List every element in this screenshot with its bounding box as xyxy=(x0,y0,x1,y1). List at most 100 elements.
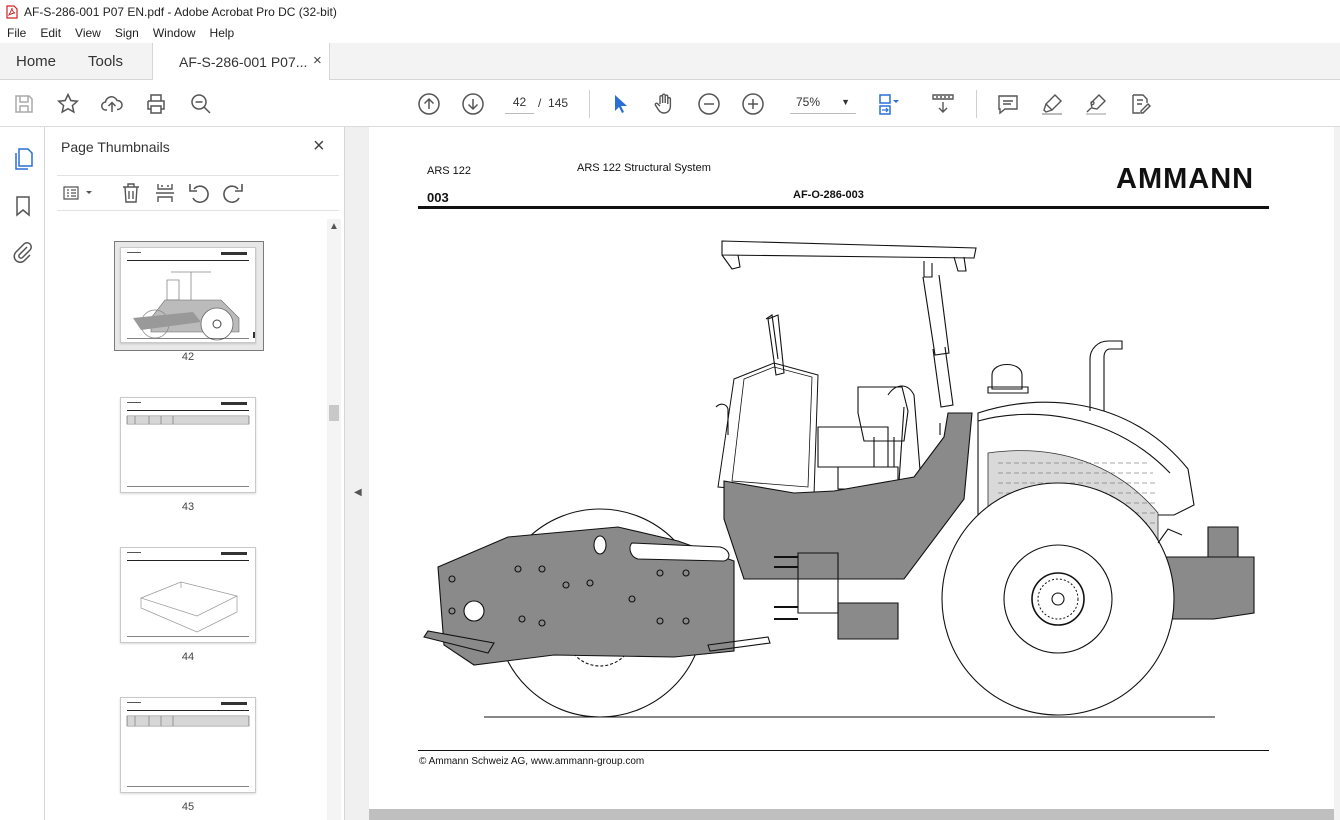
select-tool-button[interactable] xyxy=(608,92,632,116)
find-button[interactable] xyxy=(189,92,213,116)
roller-drawing xyxy=(423,240,1255,718)
hand-tool-button[interactable] xyxy=(652,92,676,116)
window-title: AF-S-286-001 P07 EN.pdf - Adobe Acrobat … xyxy=(24,4,337,19)
bookmark-button[interactable] xyxy=(56,92,80,116)
doc-number: AF-O-286-003 xyxy=(793,189,864,201)
doc-footer: © Ammann Schweiz AG, www.ammann-group.co… xyxy=(419,756,645,767)
doc-title: ARS 122 Structural System xyxy=(577,162,711,174)
thumbnail-toolbar xyxy=(57,175,339,211)
zoom-out-button[interactable] xyxy=(697,92,721,116)
zoom-in-button[interactable] xyxy=(741,92,765,116)
scroll-mode-button[interactable] xyxy=(931,92,955,116)
attachments-icon[interactable] xyxy=(11,240,35,264)
star-icon xyxy=(56,92,80,114)
rotate-left-icon[interactable] xyxy=(187,181,211,205)
upload-button[interactable] xyxy=(100,92,124,116)
chevron-left-icon: ◀ xyxy=(354,487,362,498)
tab-home[interactable]: Home xyxy=(16,53,56,70)
tab-bar: Home Tools AF-S-286-001 P07... × xyxy=(0,43,1340,80)
save-icon xyxy=(15,95,33,113)
options-menu-icon[interactable] xyxy=(61,181,95,205)
rotate-right-icon[interactable] xyxy=(221,181,245,205)
panel-title: Page Thumbnails xyxy=(61,139,170,155)
scroll-mode-icon xyxy=(932,94,954,113)
cursor-arrow-icon xyxy=(615,95,627,113)
document-view: ARS 122 ARS 122 Structural System 003 AF… xyxy=(369,127,1340,820)
menu-edit[interactable]: Edit xyxy=(33,26,68,40)
thumbnails-scrollbar[interactable]: ▲ xyxy=(327,219,341,820)
thumbnail-page-number: 43 xyxy=(181,501,195,513)
menu-window[interactable]: Window xyxy=(146,26,203,40)
zoom-search-icon xyxy=(191,94,211,114)
fit-page-icon xyxy=(879,94,899,115)
save-button[interactable] xyxy=(12,92,36,116)
upload-icon xyxy=(101,96,123,112)
thumbnail-page-number: 44 xyxy=(181,651,195,663)
thumbnail-page xyxy=(120,247,259,343)
tab-document-label: AF-S-286-001 P07... xyxy=(179,54,308,70)
scrollbar-thumb[interactable] xyxy=(329,405,339,421)
doc-section-code: 003 xyxy=(427,190,449,205)
thumbnail-preview-table xyxy=(126,702,250,787)
toolbar-divider xyxy=(589,90,590,118)
menu-view[interactable]: View xyxy=(68,26,108,40)
scroll-up-icon[interactable]: ▲ xyxy=(329,221,339,232)
thumbnail-page-number: 45 xyxy=(181,801,195,813)
comment-button[interactable] xyxy=(996,92,1020,116)
highlighter-icon xyxy=(1042,94,1062,115)
page-number-input[interactable]: 42 xyxy=(505,91,534,114)
tab-close-icon[interactable]: × xyxy=(313,52,322,69)
document-page: ARS 122 ARS 122 Structural System 003 AF… xyxy=(369,127,1334,809)
header-rule xyxy=(418,206,1269,209)
zoom-level-select[interactable]: 75% ▼ xyxy=(790,91,856,114)
chevron-down-icon: ▼ xyxy=(841,97,850,107)
footer-rule xyxy=(418,750,1269,751)
menu-help[interactable]: Help xyxy=(203,26,242,40)
title-bar: AF-S-286-001 P07 EN.pdf - Adobe Acrobat … xyxy=(0,0,1340,23)
print-button[interactable] xyxy=(144,92,168,116)
toolbar-divider xyxy=(976,90,977,118)
sign-button[interactable] xyxy=(1084,92,1108,116)
pdf-file-icon xyxy=(6,4,18,19)
zoom-level-value: 75% xyxy=(796,95,821,109)
next-page-button[interactable] xyxy=(461,92,485,116)
extract-pages-icon[interactable] xyxy=(153,181,177,205)
thumbnail-page xyxy=(120,697,256,793)
page-gap xyxy=(369,809,1334,820)
menu-file[interactable]: File xyxy=(0,26,33,40)
panel-close-icon[interactable]: × xyxy=(313,135,325,158)
thumbnail-preview-table xyxy=(126,402,250,487)
document-scrollbar[interactable] xyxy=(1334,127,1340,820)
arrow-up-circle-icon xyxy=(418,93,440,115)
edit-pdf-button[interactable] xyxy=(1128,92,1152,116)
previous-page-button[interactable] xyxy=(417,92,441,116)
print-icon xyxy=(147,94,165,114)
arrow-down-circle-icon xyxy=(462,93,484,115)
brand-logo: AMMANN xyxy=(1116,163,1255,195)
thumbnail-page-number: 42 xyxy=(181,351,195,363)
thumbnail-preview-frame xyxy=(127,552,249,637)
plus-circle-icon xyxy=(742,93,764,115)
navigation-rail xyxy=(0,127,45,820)
total-pages: 145 xyxy=(548,96,569,110)
hand-icon xyxy=(654,93,672,114)
highlight-button[interactable] xyxy=(1040,92,1064,116)
thumbnails-panel: Page Thumbnails × 42 43 44 45 ▲ xyxy=(45,127,345,820)
page-total: / 145 xyxy=(538,96,568,110)
panel-collapse-handle[interactable]: ◀ xyxy=(345,127,369,820)
tab-document[interactable]: AF-S-286-001 P07... × xyxy=(152,43,330,80)
tab-tools[interactable]: Tools xyxy=(88,53,123,70)
pen-sign-icon xyxy=(1086,94,1106,115)
thumbnail-page xyxy=(120,547,256,643)
comment-icon xyxy=(998,95,1018,115)
page-display-button[interactable] xyxy=(876,92,900,116)
page-separator: / xyxy=(538,96,542,110)
doc-model: ARS 122 xyxy=(427,165,472,177)
thumbnail-page xyxy=(120,397,256,493)
delete-page-icon[interactable] xyxy=(119,181,143,205)
bookmarks-icon[interactable] xyxy=(11,194,35,218)
minus-circle-icon xyxy=(698,93,720,115)
edit-document-icon xyxy=(1132,94,1151,114)
page-thumbnails-icon[interactable] xyxy=(11,147,35,171)
menu-sign[interactable]: Sign xyxy=(108,26,146,40)
